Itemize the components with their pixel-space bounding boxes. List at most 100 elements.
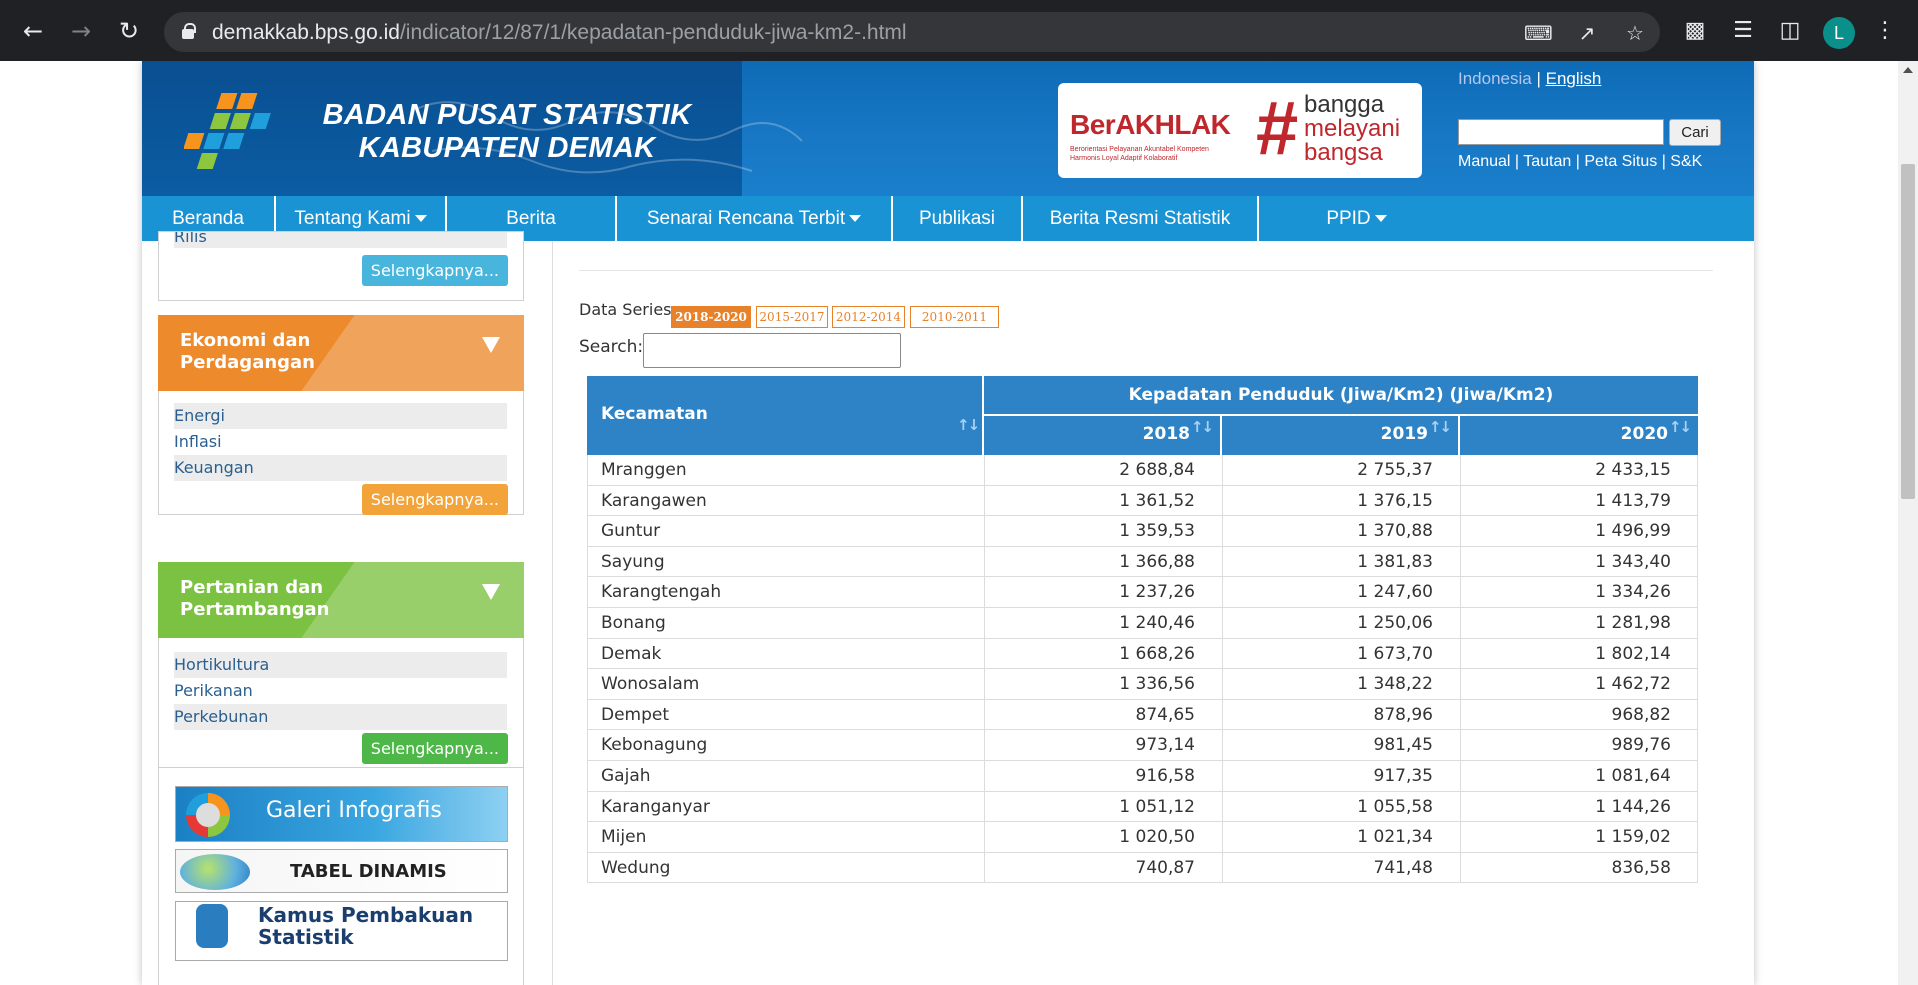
sidebar-link[interactable]: Inflasi — [174, 429, 507, 455]
site-title[interactable]: BADAN PUSAT STATISTIK KABUPATEN DEMAK — [302, 99, 712, 165]
table-search-input[interactable] — [643, 333, 901, 368]
table-row: Mijen 1 020,50 1 021,34 1 159,02 — [587, 822, 1698, 853]
column-header-2019[interactable]: 2019 ↑↓ — [1222, 416, 1458, 455]
nav-berita-resmi-statistik[interactable]: Berita Resmi Statistik — [1023, 196, 1259, 241]
infografis-chart-hole — [196, 803, 220, 827]
cell-divider — [1460, 485, 1461, 517]
page-container: BADAN PUSAT STATISTIK KABUPATEN DEMAK Be… — [142, 61, 1754, 985]
series-button-2012-2014[interactable]: 2012-2014 — [832, 306, 905, 328]
scrollbar-thumb[interactable] — [1901, 164, 1915, 499]
table-row: Kebonagung 973,14 981,45 989,76 — [587, 730, 1698, 761]
sidebar-link[interactable]: Perkebunan — [174, 704, 507, 730]
cell-divider — [984, 822, 985, 853]
berakhlak-subtext-2: Harmonis Loyal Adaptif Kolaboratif — [1070, 155, 1178, 162]
cell-value-2020: 1 081,64 — [1595, 766, 1671, 786]
cell-value-2019: 1 370,88 — [1357, 521, 1433, 542]
cell-value-2019: 1 250,06 — [1357, 613, 1433, 633]
sidebar-header-ekonomi[interactable]: Ekonomi dan Perdagangan — [158, 315, 524, 391]
nav-publikasi[interactable]: Publikasi — [893, 196, 1023, 241]
sidebar-box-ekonomi: Energi Inflasi Keuangan Selengkapnya... — [158, 391, 524, 515]
share-icon[interactable]: ↗ — [1574, 20, 1600, 46]
cell-divider — [1222, 638, 1223, 670]
cell-value-2018: 973,14 — [1135, 735, 1195, 756]
column-header-2020[interactable]: 2020 ↑↓ — [1460, 416, 1698, 455]
url-text[interactable]: demakkab.bps.go.id/indicator/12/87/1/kep… — [212, 21, 907, 45]
bangsa-text: bangsa — [1304, 139, 1383, 166]
kamus-pembakuan-banner[interactable]: Kamus Pembakuan Statistik — [175, 901, 508, 961]
media-queue-icon[interactable]: ☰ — [1728, 16, 1758, 46]
cell-divider — [984, 455, 985, 486]
back-icon[interactable]: ← — [16, 14, 50, 48]
collapse-triangle-icon — [482, 337, 500, 353]
cell-value-2018: 916,58 — [1135, 766, 1195, 786]
site-search-input[interactable] — [1458, 119, 1664, 145]
berakhlak-subtext-1: Berorientasi Pelayanan Akuntabel Kompete… — [1070, 146, 1209, 153]
scroll-up-arrow-icon[interactable] — [1903, 67, 1913, 73]
cell-kecamatan: Guntur — [601, 521, 661, 542]
bps-logo[interactable] — [184, 85, 288, 179]
reload-icon[interactable]: ↻ — [112, 14, 146, 48]
cell-value-2019: 1 247,60 — [1357, 582, 1433, 603]
bookmark-star-icon[interactable]: ☆ — [1622, 20, 1648, 46]
nav-senarai-rencana-terbit[interactable]: Senarai Rencana Terbit — [617, 196, 893, 241]
sidebar-link[interactable]: Keuangan — [174, 455, 507, 481]
series-button-2010-2011[interactable]: 2010-2011 — [910, 306, 999, 328]
table-row: Bonang 1 240,46 1 250,06 1 281,98 — [587, 608, 1698, 639]
cell-value-2019: 1 381,83 — [1357, 551, 1433, 572]
cell-value-2020: 1 802,14 — [1595, 643, 1671, 664]
tabel-dinamis-banner[interactable]: TABEL DINAMIS — [175, 849, 508, 893]
sidebar-header-pertanian[interactable]: Pertanian dan Pertambangan — [158, 562, 524, 638]
side-panel-icon[interactable]: ◫ — [1775, 16, 1805, 46]
cell-divider — [984, 791, 985, 823]
lang-english-link[interactable]: English — [1546, 69, 1602, 88]
page-scrollbar[interactable] — [1898, 61, 1918, 985]
cell-divider — [1222, 577, 1223, 608]
sidebar: Rilis Selengkapnya... Ekonomi dan Perdag… — [158, 231, 526, 985]
cell-divider — [984, 638, 985, 670]
cell-value-2020: 1 343,40 — [1595, 551, 1671, 572]
nav-ppid[interactable]: PPID — [1259, 196, 1454, 241]
year-label: 2020 — [1620, 424, 1668, 444]
extensions-icon[interactable]: ▩ — [1680, 16, 1710, 46]
hashtag-icon: # — [1256, 86, 1299, 171]
table-row: Demak 1 668,26 1 673,70 1 802,14 — [587, 638, 1698, 670]
cell-kecamatan: Gajah — [601, 766, 651, 786]
cell-kecamatan: Bonang — [601, 613, 666, 633]
translate-icon[interactable]: ⌨ — [1524, 20, 1553, 46]
column-header-kecamatan[interactable]: Kecamatan ↑↓ — [587, 376, 982, 455]
search-button[interactable]: Cari — [1669, 119, 1721, 146]
table-row: Sayung 1 366,88 1 381,83 1 343,40 — [587, 546, 1698, 578]
lock-icon — [182, 23, 196, 39]
more-button[interactable]: Selengkapnya... — [361, 733, 508, 764]
forward-icon[interactable]: → — [64, 14, 98, 48]
kamus-line1: Kamus Pembakuan — [258, 903, 474, 927]
lang-indonesia-link[interactable]: Indonesia — [1458, 69, 1532, 88]
header-links[interactable]: Manual | Tautan | Peta Situs | S&K — [1458, 153, 1702, 171]
table-row: Gajah 916,58 917,35 1 081,64 — [587, 761, 1698, 792]
sidebar-promos: Galeri Infografis TABEL DINAMIS Kamus Pe… — [158, 768, 524, 985]
cell-value-2020: 1 462,72 — [1595, 674, 1671, 695]
table-row: Wonosalam 1 336,56 1 348,22 1 462,72 — [587, 669, 1698, 700]
cell-value-2018: 874,65 — [1135, 704, 1195, 725]
table-row: Karangawen 1 361,52 1 376,15 1 413,79 — [587, 485, 1698, 517]
profile-avatar[interactable]: L — [1823, 17, 1855, 49]
more-button[interactable]: Selengkapnya... — [361, 484, 508, 515]
sidebar-link-cut[interactable]: Rilis — [174, 232, 507, 248]
cell-divider — [1460, 822, 1461, 853]
column-header-2018[interactable]: 2018 ↑↓ — [984, 416, 1220, 455]
galeri-infografis-banner[interactable]: Galeri Infografis — [175, 786, 508, 842]
address-bar[interactable]: demakkab.bps.go.id/indicator/12/87/1/kep… — [164, 12, 1660, 52]
cell-divider — [1460, 761, 1461, 792]
cell-divider — [1460, 638, 1461, 670]
cell-value-2019: 1 376,15 — [1357, 490, 1433, 511]
cell-divider — [1460, 791, 1461, 823]
cell-value-2020: 1 334,26 — [1595, 582, 1671, 603]
menu-kebab-icon[interactable]: ⋮ — [1870, 16, 1900, 46]
series-button-2018-2020[interactable]: 2018-2020 — [671, 306, 751, 328]
more-button[interactable]: Selengkapnya... — [361, 255, 508, 286]
sidebar-link[interactable]: Perikanan — [174, 678, 507, 704]
sidebar-link[interactable]: Energi — [174, 403, 507, 429]
sidebar-link[interactable]: Hortikultura — [174, 652, 507, 678]
series-button-2015-2017[interactable]: 2015-2017 — [756, 306, 828, 328]
cell-divider — [984, 577, 985, 608]
